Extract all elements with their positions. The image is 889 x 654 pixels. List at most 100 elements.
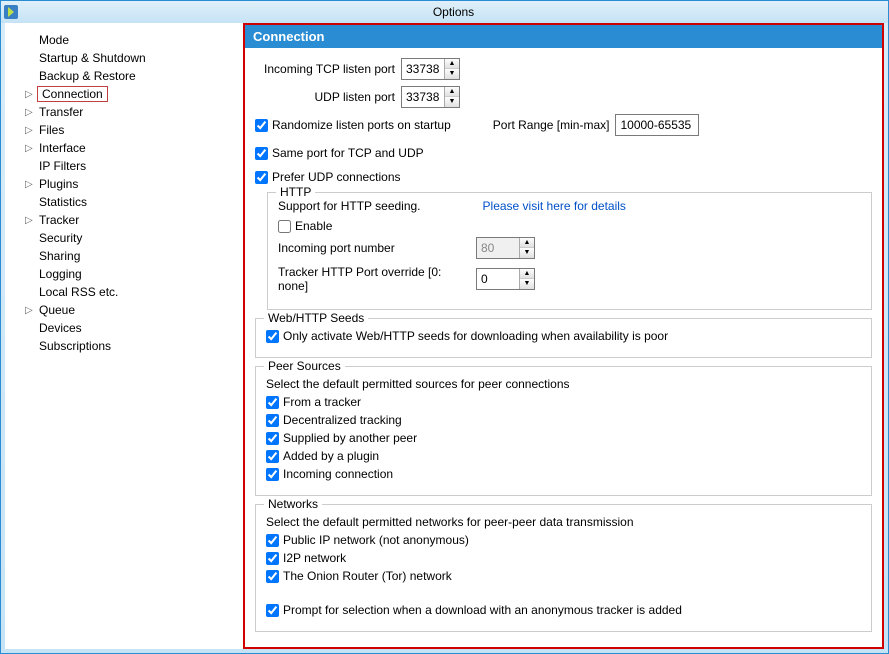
networks-prompt-input[interactable]: [266, 604, 279, 617]
tcp-port-input[interactable]: [402, 59, 444, 79]
peersource-label: Supplied by another peer: [283, 431, 417, 445]
expand-arrow-icon[interactable]: ▷: [25, 305, 37, 316]
randomize-ports-checkbox[interactable]: Randomize listen ports on startup: [255, 118, 451, 132]
expand-arrow-icon[interactable]: ▷: [25, 89, 37, 100]
http-enable-input[interactable]: [278, 220, 291, 233]
network-input[interactable]: [266, 534, 279, 547]
spin-up-icon[interactable]: ▲: [520, 269, 534, 279]
same-port-input[interactable]: [255, 147, 268, 160]
peersource-checkbox[interactable]: Added by a plugin: [266, 449, 861, 463]
network-checkbox[interactable]: I2P network: [266, 551, 861, 565]
spin-down-icon[interactable]: ▼: [445, 69, 459, 79]
http-incoming-port-input: [477, 238, 519, 258]
webseeds-only-activate-checkbox[interactable]: Only activate Web/HTTP seeds for downloa…: [266, 329, 861, 343]
http-enable-checkbox[interactable]: Enable: [278, 219, 861, 233]
sidebar-item-interface[interactable]: ▷Interface: [23, 139, 239, 157]
peersources-legend: Peer Sources: [264, 359, 345, 373]
window-title: Options: [21, 5, 886, 19]
sidebar-item-ip-filters[interactable]: IP Filters: [23, 157, 239, 175]
networks-group: Networks Select the default permitted ne…: [255, 504, 872, 632]
peersource-input[interactable]: [266, 432, 279, 445]
sidebar-item-label: Sharing: [37, 249, 82, 263]
webseeds-only-activate-label: Only activate Web/HTTP seeds for downloa…: [283, 329, 668, 343]
sidebar-item-security[interactable]: Security: [23, 229, 239, 247]
sidebar-item-mode[interactable]: Mode: [23, 31, 239, 49]
same-port-checkbox[interactable]: Same port for TCP and UDP: [255, 146, 424, 160]
sidebar-item-tracker[interactable]: ▷Tracker: [23, 211, 239, 229]
randomize-ports-input[interactable]: [255, 119, 268, 132]
sidebar-item-label: Files: [37, 123, 66, 137]
port-range-label: Port Range [min-max]: [493, 118, 610, 132]
sidebar-item-label: Mode: [37, 33, 71, 47]
sidebar-item-label: Connection: [37, 86, 108, 102]
network-input[interactable]: [266, 570, 279, 583]
sidebar-item-queue[interactable]: ▷Queue: [23, 301, 239, 319]
sidebar-item-label: Statistics: [37, 195, 89, 209]
expand-arrow-icon[interactable]: ▷: [25, 107, 37, 118]
sidebar-item-devices[interactable]: Devices: [23, 319, 239, 337]
sidebar-item-logging[interactable]: Logging: [23, 265, 239, 283]
http-incoming-port-spinner: ▲▼: [476, 237, 535, 259]
peersources-description: Select the default permitted sources for…: [266, 377, 861, 391]
peersource-input[interactable]: [266, 450, 279, 463]
peersource-checkbox[interactable]: Supplied by another peer: [266, 431, 861, 445]
webseeds-only-activate-input[interactable]: [266, 330, 279, 343]
peersource-input[interactable]: [266, 396, 279, 409]
prefer-udp-input[interactable]: [255, 171, 268, 184]
expand-arrow-icon[interactable]: ▷: [25, 143, 37, 154]
peersource-checkbox[interactable]: Decentralized tracking: [266, 413, 861, 427]
sidebar-item-subscriptions[interactable]: Subscriptions: [23, 337, 239, 355]
port-range-input[interactable]: [615, 114, 699, 136]
sidebar-item-label: Subscriptions: [37, 339, 113, 353]
spin-down-icon: ▼: [520, 248, 534, 258]
sidebar-item-files[interactable]: ▷Files: [23, 121, 239, 139]
sidebar-item-plugins[interactable]: ▷Plugins: [23, 175, 239, 193]
nav-tree[interactable]: ModeStartup & ShutdownBackup & Restore▷C…: [5, 23, 243, 649]
sidebar-item-label: Tracker: [37, 213, 81, 227]
network-checkbox[interactable]: The Onion Router (Tor) network: [266, 569, 861, 583]
sidebar-item-sharing[interactable]: Sharing: [23, 247, 239, 265]
spin-down-icon[interactable]: ▼: [445, 97, 459, 107]
prefer-udp-checkbox[interactable]: Prefer UDP connections: [255, 170, 872, 184]
sidebar-item-local-rss-etc-[interactable]: Local RSS etc.: [23, 283, 239, 301]
http-incoming-port-label: Incoming port number: [278, 241, 470, 255]
peersource-label: Decentralized tracking: [283, 413, 402, 427]
spin-down-icon[interactable]: ▼: [520, 279, 534, 289]
sidebar-item-backup-restore[interactable]: Backup & Restore: [23, 67, 239, 85]
networks-prompt-checkbox[interactable]: Prompt for selection when a download wit…: [266, 603, 861, 617]
spin-up-icon[interactable]: ▲: [445, 87, 459, 97]
title-bar[interactable]: Options: [1, 1, 888, 23]
http-legend: HTTP: [276, 185, 315, 199]
udp-port-spinner[interactable]: ▲▼: [401, 86, 460, 108]
sidebar-item-label: Local RSS etc.: [37, 285, 120, 299]
sidebar-item-label: Security: [37, 231, 84, 245]
udp-port-input[interactable]: [402, 87, 444, 107]
same-port-label: Same port for TCP and UDP: [272, 146, 424, 160]
sidebar-item-transfer[interactable]: ▷Transfer: [23, 103, 239, 121]
expand-arrow-icon[interactable]: ▷: [25, 215, 37, 226]
peersource-input[interactable]: [266, 468, 279, 481]
peersource-label: Incoming connection: [283, 467, 393, 481]
peersource-checkbox[interactable]: Incoming connection: [266, 467, 861, 481]
sidebar-item-statistics[interactable]: Statistics: [23, 193, 239, 211]
tcp-port-spinner[interactable]: ▲▼: [401, 58, 460, 80]
webseeds-legend: Web/HTTP Seeds: [264, 311, 368, 325]
expand-arrow-icon[interactable]: ▷: [25, 179, 37, 190]
tracker-override-spinner[interactable]: ▲▼: [476, 268, 535, 290]
peersource-input[interactable]: [266, 414, 279, 427]
tracker-override-input[interactable]: [477, 269, 519, 289]
peersources-group: Peer Sources Select the default permitte…: [255, 366, 872, 496]
app-icon: [3, 4, 19, 20]
spin-up-icon[interactable]: ▲: [445, 59, 459, 69]
http-details-link[interactable]: Please visit here for details: [483, 199, 626, 213]
sidebar-item-connection[interactable]: ▷Connection: [23, 85, 239, 103]
peersource-checkbox[interactable]: From a tracker: [266, 395, 861, 409]
http-group: HTTP Support for HTTP seeding. Please vi…: [267, 192, 872, 310]
sidebar-item-startup-shutdown[interactable]: Startup & Shutdown: [23, 49, 239, 67]
sidebar-item-label: Queue: [37, 303, 77, 317]
network-input[interactable]: [266, 552, 279, 565]
expand-arrow-icon[interactable]: ▷: [25, 125, 37, 136]
client-area: ModeStartup & ShutdownBackup & Restore▷C…: [5, 23, 884, 649]
network-checkbox[interactable]: Public IP network (not anonymous): [266, 533, 861, 547]
settings-panel: Connection Incoming TCP listen port ▲▼ U…: [243, 23, 884, 649]
